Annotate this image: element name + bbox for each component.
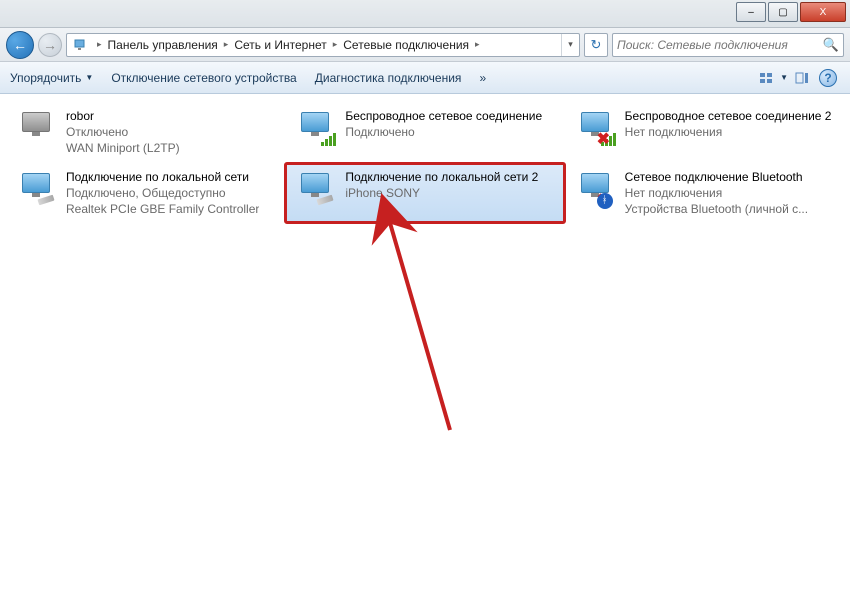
wireless-icon xyxy=(293,108,337,148)
search-input[interactable] xyxy=(617,38,823,52)
connection-status: Отключено xyxy=(66,124,180,140)
connection-title: Подключение по локальной сети 2 xyxy=(345,169,538,185)
diagnose-button[interactable]: Диагностика подключения xyxy=(315,71,462,85)
view-layout-button[interactable] xyxy=(754,67,778,89)
breadcrumb-sep-icon: ▸ xyxy=(222,39,231,50)
connection-device: Устройства Bluetooth (личной с... xyxy=(625,201,808,217)
address-box[interactable]: ▸ Панель управления ▸ Сеть и Интернет ▸ … xyxy=(66,33,580,57)
connections-list: robor Отключено WAN Miniport (L2TP) Бесп… xyxy=(0,94,850,231)
chevron-down-icon: ▼ xyxy=(85,73,93,82)
command-bar: Упорядочить ▼ Отключение сетевого устрой… xyxy=(0,62,850,94)
organize-menu[interactable]: Упорядочить ▼ xyxy=(10,71,93,85)
error-x-icon: ✖ xyxy=(597,132,610,148)
bluetooth-badge-icon: ᚼ xyxy=(597,193,613,209)
connection-title: Подключение по локальной сети xyxy=(66,169,259,185)
preview-pane-button[interactable] xyxy=(790,67,814,89)
breadcrumb-sep-icon: ▸ xyxy=(473,39,482,50)
search-box[interactable]: 🔍 xyxy=(612,33,844,57)
close-button[interactable]: X xyxy=(800,2,846,22)
connection-title: robor xyxy=(66,108,180,124)
bluetooth-icon: ✖ ᚼ xyxy=(573,169,617,209)
arrow-left-icon: ← xyxy=(13,37,27,53)
network-icon xyxy=(71,35,91,55)
connection-title: Беспроводное сетевое соединение xyxy=(345,108,542,124)
lan-icon xyxy=(293,169,337,209)
connection-title: Сетевое подключение Bluetooth xyxy=(625,169,808,185)
arrow-right-icon: → xyxy=(43,37,57,53)
help-button[interactable]: ? xyxy=(816,67,840,89)
connection-status: Нет подключения xyxy=(625,124,825,140)
minimize-button[interactable]: – xyxy=(736,2,766,22)
address-bar: ← → ▸ Панель управления ▸ Сеть и Интерне… xyxy=(0,28,850,62)
chevron-down-icon[interactable]: ▼ xyxy=(780,73,788,82)
connection-item-wireless2[interactable]: ✖ Беспроводное сетевое соединение 2 Нет … xyxy=(565,102,844,163)
connection-item-wireless1[interactable]: Беспроводное сетевое соединение Подключе… xyxy=(285,102,564,163)
connection-item-bluetooth[interactable]: ✖ ᚼ Сетевое подключение Bluetooth Нет по… xyxy=(565,163,844,224)
connection-item-robor[interactable]: robor Отключено WAN Miniport (L2TP) xyxy=(6,102,285,163)
wireless-disabled-icon: ✖ xyxy=(573,108,617,148)
refresh-button[interactable]: ↻ xyxy=(584,33,608,57)
help-icon: ? xyxy=(819,69,837,87)
nav-forward-button[interactable]: → xyxy=(38,33,62,57)
connection-item-lan1[interactable]: Подключение по локальной сети Подключено… xyxy=(6,163,285,224)
nav-back-button[interactable]: ← xyxy=(6,31,34,59)
lan-icon xyxy=(14,169,58,209)
connection-title: Беспроводное сетевое соединение 2 xyxy=(625,108,832,124)
address-dropdown-button[interactable]: ▾ xyxy=(561,34,579,56)
breadcrumb-item[interactable]: Сеть и Интернет xyxy=(230,34,330,56)
organize-label: Упорядочить xyxy=(10,71,81,85)
breadcrumb-sep-icon: ▸ xyxy=(331,39,340,50)
connection-status: Подключено, Общедоступно xyxy=(66,185,259,201)
disable-device-button[interactable]: Отключение сетевого устройства xyxy=(111,71,296,85)
window-titlebar: – ▢ X xyxy=(0,0,850,28)
breadcrumb-item[interactable]: Сетевые подключения xyxy=(339,34,473,56)
connection-item-lan2[interactable]: Подключение по локальной сети 2 iPhone S… xyxy=(285,163,564,224)
view-options: ▼ ? xyxy=(754,67,840,89)
maximize-button[interactable]: ▢ xyxy=(768,2,798,22)
dialup-icon xyxy=(14,108,58,148)
connection-status: Подключено xyxy=(345,124,542,140)
window-controls: – ▢ X xyxy=(734,2,846,22)
connection-status: Нет подключения xyxy=(625,185,808,201)
connection-device: iPhone SONY xyxy=(345,185,538,201)
more-commands-button[interactable]: » xyxy=(479,71,486,85)
breadcrumb-item[interactable]: Панель управления xyxy=(104,34,222,56)
connection-device: Realtek PCIe GBE Family Controller xyxy=(66,201,259,217)
breadcrumb-sep-icon: ▸ xyxy=(95,39,104,50)
connection-device: WAN Miniport (L2TP) xyxy=(66,140,180,156)
search-icon[interactable]: 🔍 xyxy=(823,37,839,53)
